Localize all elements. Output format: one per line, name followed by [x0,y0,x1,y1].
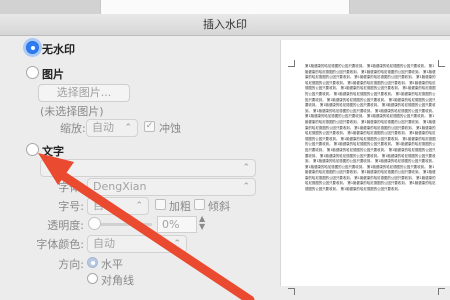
red-arrow-icon [38,153,255,300]
arrow-shaft [51,166,255,300]
